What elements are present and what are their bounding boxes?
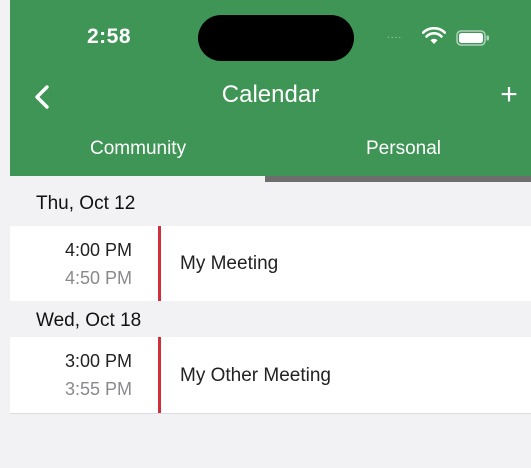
- event-color-bar: [158, 226, 161, 301]
- day-date: Wed, Oct 18: [36, 310, 142, 331]
- event-color-bar: [158, 337, 161, 413]
- event-title: My Meeting: [180, 253, 279, 274]
- signal-icon: ....: [387, 30, 403, 41]
- event-row[interactable]: 4:00 PM 4:50 PM My Meeting: [10, 226, 531, 301]
- page-title: Calendar: [221, 81, 320, 108]
- status-time: 2:58: [87, 25, 132, 48]
- wifi-icon: [422, 27, 446, 44]
- dynamic-island: [198, 15, 354, 61]
- list-divider: [10, 413, 531, 414]
- event-end-time: 3:55 PM: [64, 379, 132, 399]
- calendar-screen: 2:58 .... Calendar + Community Personal …: [0, 0, 531, 468]
- add-event-button[interactable]: +: [494, 78, 524, 112]
- battery-icon: [456, 30, 489, 46]
- header: 2:58 .... Calendar + Community Personal: [10, 0, 531, 176]
- day-header: Thu, Oct 12: [10, 182, 531, 228]
- event-title: My Other Meeting: [180, 365, 331, 386]
- day-date: Thu, Oct 12: [36, 193, 136, 214]
- event-row[interactable]: 3:00 PM 3:55 PM My Other Meeting: [10, 337, 531, 413]
- event-start-time: 3:00 PM: [64, 351, 132, 371]
- event-start-time: 4:00 PM: [64, 240, 132, 260]
- tab-personal[interactable]: Personal: [366, 138, 441, 160]
- event-end-time: 4:50 PM: [64, 268, 132, 288]
- tab-community[interactable]: Community: [90, 138, 186, 160]
